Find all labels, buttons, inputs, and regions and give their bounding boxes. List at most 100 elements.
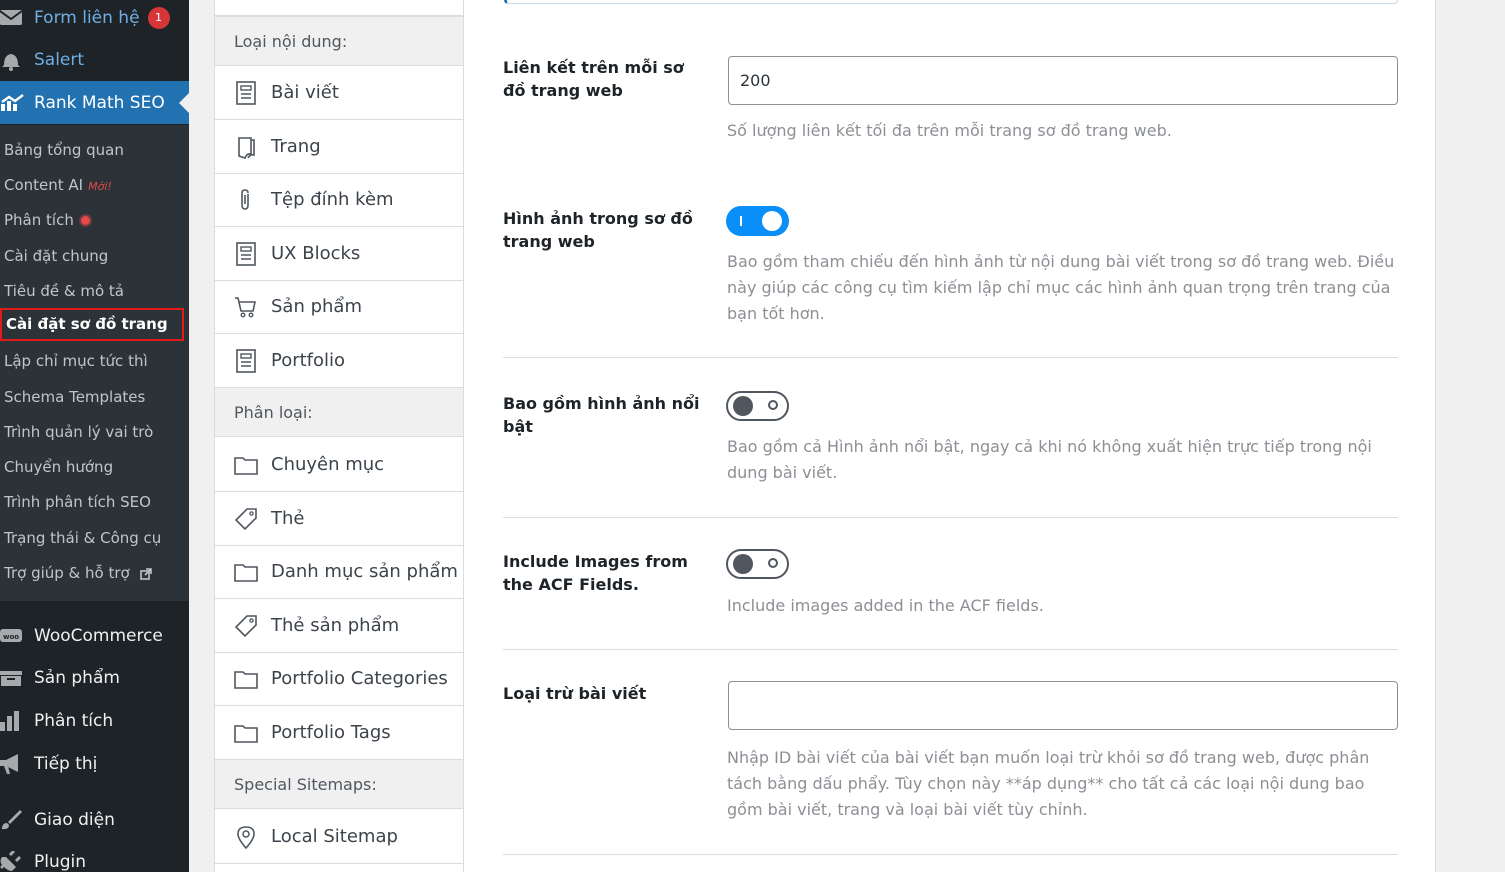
submenu-item-cai-dat-chung[interactable]: Cài đặt chung [4, 247, 108, 265]
folder-icon [215, 669, 271, 689]
menu-item-tiep-thi[interactable]: Tiếp thị [0, 744, 189, 784]
submenu-item-content-ai[interactable]: Content AI Mới! [4, 176, 112, 194]
submenu-item-tro-giup-ho-tro[interactable]: Trợ giúp & hỗ trợ [4, 564, 153, 582]
paperclip-icon [215, 188, 271, 212]
submenu-item-chuyen-huong[interactable]: Chuyển hướng [4, 458, 113, 476]
nav-item-portfolio-tags[interactable]: Portfolio Tags [215, 706, 463, 760]
menu-item-giao-dien[interactable]: Giao diện [0, 800, 189, 840]
sitemap-settings-nav: Loại nội dung: Bài viết Trang Tệp đính k… [214, 0, 464, 872]
folder-icon [215, 562, 271, 582]
nav-item-label: Portfolio Categories [271, 668, 448, 689]
toggle-off-mark [768, 400, 778, 410]
acf-images-toggle[interactable] [726, 549, 789, 579]
notification-badge: 1 [147, 7, 170, 29]
nav-item-portfolio[interactable]: Portfolio [215, 334, 463, 388]
exclude-posts-input[interactable] [728, 681, 1398, 730]
submenu-item-cai-dat-so-do-trang[interactable]: Cài đặt sơ đồ trang [0, 308, 184, 341]
submenu-label: Trình quản lý vai trò [4, 423, 154, 441]
submenu-item-trang-thai-cong-cu[interactable]: Trạng thái & Công cụ [4, 529, 161, 547]
submenu-item-phan-tich[interactable]: Phân tích [4, 211, 90, 229]
nav-item-portfolio-categories[interactable]: Portfolio Categories [215, 652, 463, 706]
menu-item-san-pham[interactable]: Sản phẩm [0, 658, 189, 698]
nav-item-label: Portfolio [271, 350, 346, 371]
folder-icon [215, 723, 271, 743]
nav-item-the-san-pham[interactable]: Thẻ sản phẩm [215, 599, 463, 653]
document-icon [215, 80, 271, 105]
exclude-posts-description: Nhập ID bài viết của bài viết bạn muốn l… [727, 748, 1370, 819]
links-per-sitemap-input[interactable] [728, 56, 1398, 105]
document-icon [215, 348, 271, 373]
nav-heading-taxonomies: Phân loại: [215, 387, 463, 437]
exclude-posts-label: Loại trừ bài viết [503, 684, 647, 703]
menu-item-plugin[interactable]: Plugin [0, 842, 189, 872]
submenu-label: Chuyển hướng [4, 458, 114, 476]
nav-item-partial [215, 0, 463, 16]
featured-image-toggle[interactable] [726, 391, 789, 421]
submenu-label: Schema Templates [4, 388, 146, 406]
nav-item-label: Bài viết [271, 82, 339, 103]
nav-item-label: Sản phẩm [271, 296, 362, 317]
toggle-on-mark [740, 216, 742, 226]
location-pin-icon [215, 825, 271, 849]
menu-item-phan-tich[interactable]: Phân tích [0, 701, 189, 741]
document-icon [215, 241, 271, 266]
menu-item-salert[interactable]: Salert [0, 40, 189, 80]
nav-item-ux-blocks[interactable]: UX Blocks [215, 227, 463, 281]
menu-item-rank-math-seo[interactable]: Rank Math SEO [0, 81, 189, 124]
featured-image-label: Bao gồm hình ảnh nổi bật [503, 394, 700, 436]
mail-icon [0, 9, 34, 27]
external-link-icon [140, 567, 153, 580]
toggle-knob [733, 396, 753, 416]
nav-item-label: Thẻ sản phẩm [271, 615, 400, 636]
links-per-sitemap-description: Số lượng liên kết tối đa trên mỗi trang … [727, 121, 1172, 140]
woo-icon: woo [0, 628, 34, 644]
menu-item-woocommerce[interactable]: woo WooCommerce [0, 616, 189, 656]
rank-math-submenu: Bảng tổng quan Content AI Mới! Phân tích … [0, 125, 189, 601]
tag-icon [215, 614, 271, 638]
nav-item-trang[interactable]: Trang [215, 120, 463, 174]
menu-item-label: Tiếp thị [34, 754, 98, 774]
submenu-item-trinh-phan-tich-seo[interactable]: Trình phân tích SEO [4, 493, 151, 511]
menu-item-label: Form liên hệ [34, 8, 140, 28]
folder-icon [215, 455, 271, 475]
submenu-item-bang-tong-quan[interactable]: Bảng tổng quan [4, 141, 124, 159]
submenu-item-tieu-de-mo-ta[interactable]: Tiêu đề & mô tả [4, 282, 124, 300]
menu-item-label: Salert [34, 50, 85, 70]
menu-item-form-lien-he[interactable]: Form liên hệ 1 [0, 0, 189, 38]
nav-heading-special-sitemaps: Special Sitemaps: [215, 759, 463, 809]
nav-item-tep-dinh-kem[interactable]: Tệp đính kèm [215, 173, 463, 227]
svg-text:woo: woo [3, 633, 19, 641]
nav-item-label: Danh mục sản phẩm [271, 561, 458, 582]
submenu-label: Lập chỉ mục tức thì [4, 352, 148, 370]
toggle-knob [762, 211, 782, 231]
plug-icon [0, 851, 34, 872]
submenu-item-trinh-quan-ly-vai-tro[interactable]: Trình quản lý vai trò [4, 423, 153, 441]
nav-item-label: Tệp đính kèm [271, 189, 394, 210]
submenu-item-lap-chi-muc-tuc-thi[interactable]: Lập chỉ mục tức thì [4, 352, 148, 370]
acf-images-description: Include images added in the ACF fields. [727, 596, 1044, 615]
nav-item-local-sitemap[interactable]: Local Sitemap [215, 810, 463, 864]
admin-sidebar: Form liên hệ 1 Salert Rank Math SEO Bảng… [0, 0, 189, 872]
submenu-label: Cài đặt sơ đồ trang [6, 315, 168, 333]
nav-item-the[interactable]: Thẻ [215, 492, 463, 546]
bell-icon [0, 49, 34, 71]
acf-images-label: Include Images from the ACF Fields. [503, 552, 688, 594]
links-per-sitemap-label: Liên kết trên mỗi sơ đồ trang web [503, 58, 684, 100]
submenu-item-schema-templates[interactable]: Schema Templates [4, 388, 145, 406]
section-divider [503, 517, 1398, 518]
nav-item-label: Thẻ [271, 508, 305, 529]
toggle-off-mark [768, 558, 778, 568]
megaphone-icon [0, 753, 34, 775]
nav-item-label: Portfolio Tags [271, 722, 391, 743]
submenu-label: Trạng thái & Công cụ [4, 529, 162, 547]
submenu-label: Bảng tổng quan [4, 141, 124, 159]
nav-item-chuyen-muc[interactable]: Chuyên mục [215, 438, 463, 492]
nav-item-bai-viet[interactable]: Bài viết [215, 66, 463, 120]
featured-image-description: Bao gồm cả Hình ảnh nổi bật, ngay cả khi… [727, 437, 1372, 482]
images-in-sitemap-toggle[interactable] [726, 206, 789, 236]
nav-item-danh-muc-san-pham[interactable]: Danh mục sản phẩm [215, 545, 463, 599]
nav-item-san-pham[interactable]: Sản phẩm [215, 280, 463, 334]
images-in-sitemap-label: Hình ảnh trong sơ đồ trang web [503, 209, 693, 251]
submenu-label: Cài đặt chung [4, 247, 109, 265]
submenu-label: Trợ giúp & hỗ trợ [4, 564, 130, 582]
